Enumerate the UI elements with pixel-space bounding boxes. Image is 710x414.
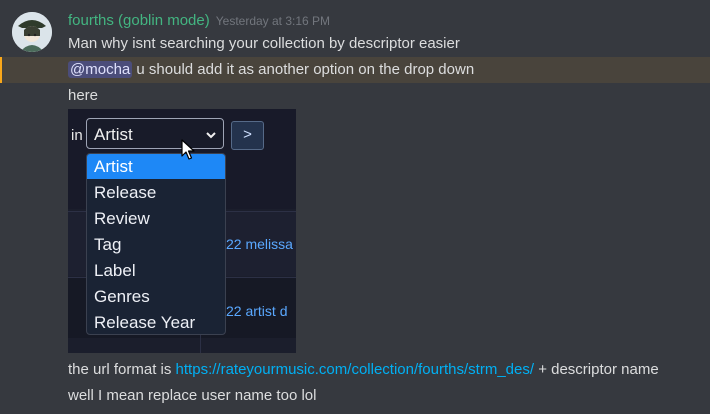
message-line-mention: @mocha u should add it as another option… xyxy=(68,60,474,80)
option-release-year[interactable]: Release Year xyxy=(87,310,225,334)
option-release[interactable]: Release xyxy=(87,180,225,205)
user-mention[interactable]: @mocha xyxy=(68,61,133,78)
option-review[interactable]: Review xyxy=(87,206,225,231)
chevron-down-icon xyxy=(205,126,217,146)
mouse-pointer-icon xyxy=(181,139,195,166)
row-text: 22 melissa xyxy=(226,236,293,252)
message-line: the url format is https://rateyourmusic.… xyxy=(68,360,659,380)
url-link[interactable]: https://rateyourmusic.com/collection/fou… xyxy=(176,361,534,378)
username[interactable]: fourths (goblin mode) xyxy=(68,12,210,29)
timestamp[interactable]: Yesterday at 3:16 PM xyxy=(216,14,330,28)
select-value: Artist xyxy=(94,125,133,144)
message-text: + descriptor name xyxy=(534,361,659,378)
message-text: the url format is xyxy=(68,361,176,378)
go-button[interactable]: > xyxy=(231,121,264,150)
in-label: in xyxy=(71,127,83,144)
option-genres[interactable]: Genres xyxy=(87,284,225,309)
image-attachment[interactable]: 22 melissa 22 artist d in Artist > Artis… xyxy=(68,109,296,353)
search-field-select[interactable]: Artist xyxy=(86,118,224,149)
option-artist[interactable]: Artist xyxy=(87,154,225,179)
option-label[interactable]: Label xyxy=(87,258,225,283)
message-line: well I mean replace user name too lol xyxy=(68,387,317,404)
message-header: fourths (goblin mode) Yesterday at 3:16 P… xyxy=(68,12,330,32)
select-dropdown-list: Artist Release Review Tag Label Genres R… xyxy=(86,153,226,335)
message-line: here xyxy=(68,87,99,104)
mention-highlight-bar xyxy=(0,57,2,83)
avatar[interactable] xyxy=(12,12,52,52)
option-tag[interactable]: Tag xyxy=(87,232,225,257)
message-text: u should add it as another option on the… xyxy=(132,61,475,78)
message-line: Man why isnt searching your collection b… xyxy=(68,35,460,52)
row-text: 22 artist d xyxy=(226,303,288,319)
